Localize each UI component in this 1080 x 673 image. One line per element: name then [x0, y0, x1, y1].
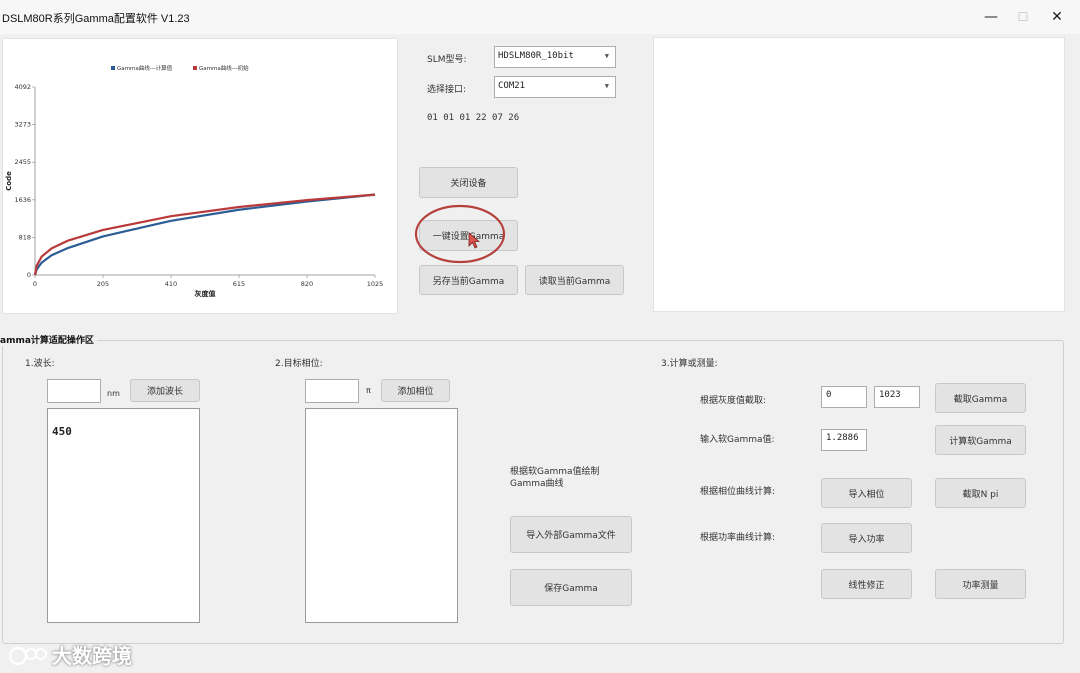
- slm-model-label: SLM型号:: [427, 55, 467, 65]
- slm-model-value: HDSLM80R_10bit: [498, 51, 574, 61]
- info-panel: [653, 37, 1065, 312]
- linear-fix-button[interactable]: 线性修正: [821, 569, 912, 599]
- legend-label: Gamma曲线---初始: [199, 64, 249, 72]
- phase-input[interactable]: [305, 379, 359, 403]
- power-curve-label: 根据功率曲线计算:: [700, 533, 776, 543]
- calc-soft-gamma-button[interactable]: 计算软Gamma: [935, 425, 1026, 455]
- highlight-circle: [414, 204, 506, 264]
- chevron-down-icon: ▼: [604, 82, 609, 90]
- close-device-button[interactable]: 关闭设备: [419, 167, 518, 198]
- y-tick-label: 0: [27, 271, 31, 279]
- draw-gamma-label: 根据软Gamma值绘制Gamma曲线: [510, 467, 600, 489]
- gray-to-input[interactable]: 1023: [874, 386, 920, 408]
- maximize-button[interactable]: ☐: [1008, 6, 1038, 28]
- import-phase-button[interactable]: 导入相位: [821, 478, 912, 508]
- phase-curve-label: 根据相位曲线计算:: [700, 487, 776, 497]
- gamma-chart-panel: 0 818 1636 2455 3273 4092 0 205 410 615 820 1025 灰度值…: [2, 38, 398, 314]
- legend-swatch: [111, 66, 115, 70]
- x-tick-label: 0: [33, 280, 37, 288]
- y-tick-label: 1636: [14, 196, 31, 204]
- gray-from-input[interactable]: 0: [821, 386, 867, 408]
- close-button[interactable]: ✕: [1042, 6, 1072, 28]
- x-tick-label: 820: [301, 280, 313, 288]
- gray-cut-label: 根据灰度值截取:: [700, 396, 767, 406]
- wavelength-list[interactable]: 450: [47, 408, 200, 623]
- legend-swatch: [193, 66, 197, 70]
- wavelength-label: 1.波长:: [25, 359, 55, 369]
- target-phase-label: 2.目标相位:: [275, 359, 323, 369]
- soft-gamma-label: 输入软Gamma值:: [700, 435, 775, 445]
- soft-gamma-input[interactable]: 1.2886: [821, 429, 867, 451]
- series-line-2: [33, 193, 376, 276]
- port-select[interactable]: COM21 ▼: [494, 76, 616, 98]
- x-tick-label: 1025: [367, 280, 384, 288]
- y-tick-label: 4092: [14, 83, 31, 91]
- group-title: amma计算适配操作区: [0, 333, 97, 346]
- window-title: DSLM80R系列Gamma配置软件 V1.23: [2, 13, 190, 25]
- y-tick-label: 2455: [14, 158, 31, 166]
- x-tick-label: 615: [233, 280, 245, 288]
- cut-npi-button[interactable]: 截取N pi: [935, 478, 1026, 508]
- phase-list[interactable]: [305, 408, 458, 623]
- add-phase-button[interactable]: 添加相位: [381, 379, 450, 402]
- wavelength-input[interactable]: [47, 379, 101, 403]
- watermark: 大数跨境: [8, 640, 132, 669]
- y-tick-label: 818: [19, 233, 31, 241]
- save-current-gamma-button[interactable]: 另存当前Gamma: [419, 265, 518, 295]
- import-power-button[interactable]: 导入功率: [821, 523, 912, 553]
- calc-measure-label: 3.计算或测量:: [661, 359, 718, 369]
- cut-gamma-button[interactable]: 截取Gamma: [935, 383, 1026, 413]
- nm-unit-label: nm: [107, 389, 120, 398]
- save-gamma-button[interactable]: 保存Gamma: [510, 569, 632, 606]
- chevron-down-icon: ▼: [604, 52, 609, 60]
- legend-label: Gamma曲线---计算值: [117, 64, 173, 72]
- y-axis-label: Code: [5, 171, 13, 191]
- hex-status-text: 01 01 01 22 07 26: [427, 113, 520, 123]
- import-external-gamma-button[interactable]: 导入外部Gamma文件: [510, 516, 632, 553]
- y-tick-label: 3273: [14, 121, 31, 129]
- x-tick-label: 410: [165, 280, 177, 288]
- read-current-gamma-button[interactable]: 读取当前Gamma: [525, 265, 624, 295]
- x-axis-label: 灰度值: [195, 289, 216, 298]
- gamma-chart: 0 818 1636 2455 3273 4092 0 205 410 615 820 1025 灰度值…: [5, 64, 384, 298]
- minimize-button[interactable]: —: [976, 6, 1006, 28]
- title-bar: DSLM80R系列Gamma配置软件 V1.23 — ☐ ✕: [0, 0, 1080, 34]
- list-item[interactable]: 450: [48, 409, 199, 438]
- watermark-text: 大数跨境: [52, 644, 132, 668]
- slm-model-select[interactable]: HDSLM80R_10bit ▼: [494, 46, 616, 68]
- power-measure-button[interactable]: 功率测量: [935, 569, 1026, 599]
- port-value: COM21: [498, 81, 526, 91]
- port-label: 选择接口:: [427, 85, 467, 95]
- pi-unit-label: π: [366, 386, 371, 395]
- x-tick-label: 205: [97, 280, 109, 288]
- mouse-cursor-icon: [468, 232, 481, 249]
- add-wavelength-button[interactable]: 添加波长: [130, 379, 200, 402]
- watermark-logo-icon: [8, 646, 47, 665]
